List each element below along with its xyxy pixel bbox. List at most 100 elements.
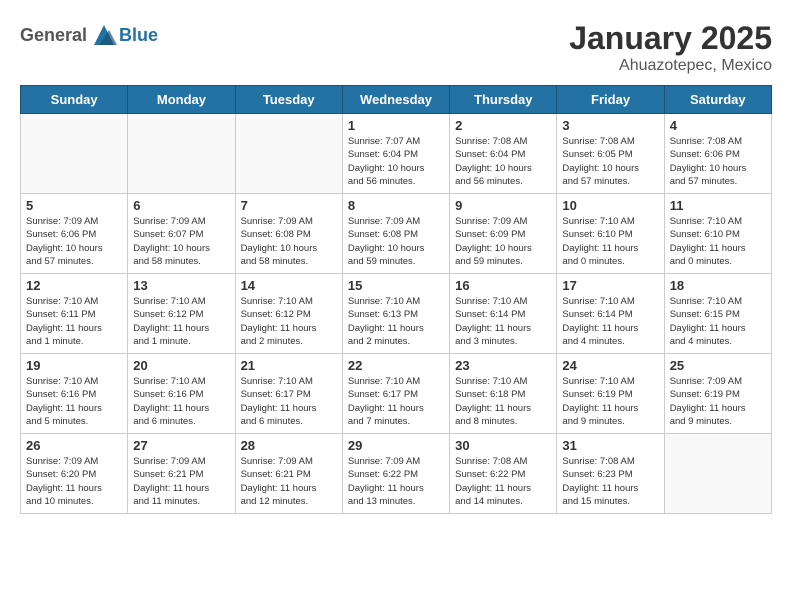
day-number: 5: [26, 198, 122, 213]
day-number: 4: [670, 118, 766, 133]
weekday-header-saturday: Saturday: [664, 86, 771, 114]
day-number: 13: [133, 278, 229, 293]
day-number: 14: [241, 278, 337, 293]
day-info: Sunrise: 7:10 AM Sunset: 6:16 PM Dayligh…: [26, 375, 122, 428]
weekday-header-thursday: Thursday: [450, 86, 557, 114]
day-info: Sunrise: 7:10 AM Sunset: 6:13 PM Dayligh…: [348, 295, 444, 348]
day-number: 6: [133, 198, 229, 213]
day-number: 11: [670, 198, 766, 213]
logo-text-blue: Blue: [119, 25, 158, 46]
calendar-cell: [235, 114, 342, 194]
calendar-cell: 9 Sunrise: 7:09 AM Sunset: 6:09 PM Daylig…: [450, 194, 557, 274]
calendar-cell: 21Sunrise: 7:10 AM Sunset: 6:17 PM Dayli…: [235, 354, 342, 434]
calendar-cell: 11 Sunrise: 7:10 AM Sunset: 6:10 PM Dayli…: [664, 194, 771, 274]
day-info: Sunrise: 7:09 AM Sunset: 6:20 PM Dayligh…: [26, 455, 122, 508]
weekday-header-sunday: Sunday: [21, 86, 128, 114]
day-number: 17: [562, 278, 658, 293]
day-info: Sunrise: 7:10 AM Sunset: 6:10 PM Dayligh…: [562, 215, 658, 268]
day-info: Sunrise: 7:08 AM Sunset: 6:06 PM Dayligh…: [670, 135, 766, 188]
day-number: 28: [241, 438, 337, 453]
day-number: 7: [241, 198, 337, 213]
day-number: 31: [562, 438, 658, 453]
calendar-cell: 6 Sunrise: 7:09 AM Sunset: 6:07 PM Daylig…: [128, 194, 235, 274]
day-number: 27: [133, 438, 229, 453]
calendar-cell: 1Sunrise: 7:07 AM Sunset: 6:04 PM Daylig…: [342, 114, 449, 194]
day-info: Sunrise: 7:09 AM Sunset: 6:22 PM Dayligh…: [348, 455, 444, 508]
weekday-header-row: SundayMondayTuesdayWednesdayThursdayFrid…: [21, 86, 772, 114]
logo-icon: [89, 20, 119, 50]
page-header: General Blue January 2025 Ahuazotepec, M…: [20, 20, 772, 75]
calendar-cell: 14 Sunrise: 7:10 AM Sunset: 6:12 PM Dayli…: [235, 274, 342, 354]
calendar-cell: 8 Sunrise: 7:09 AM Sunset: 6:08 PM Daylig…: [342, 194, 449, 274]
day-info: Sunrise: 7:10 AM Sunset: 6:15 PM Dayligh…: [670, 295, 766, 348]
day-number: 29: [348, 438, 444, 453]
day-number: 15: [348, 278, 444, 293]
day-number: 10: [562, 198, 658, 213]
logo-text-general: General: [20, 25, 87, 46]
calendar-cell: 27 Sunrise: 7:09 AM Sunset: 6:21 PM Dayli…: [128, 434, 235, 514]
day-number: 25: [670, 358, 766, 373]
day-info: Sunrise: 7:09 AM Sunset: 6:08 PM Dayligh…: [241, 215, 337, 268]
calendar-cell: 18Sunrise: 7:10 AM Sunset: 6:15 PM Dayli…: [664, 274, 771, 354]
calendar-week-row: 1Sunrise: 7:07 AM Sunset: 6:04 PM Daylig…: [21, 114, 772, 194]
location-title: Ahuazotepec, Mexico: [569, 57, 772, 75]
day-info: Sunrise: 7:10 AM Sunset: 6:16 PM Dayligh…: [133, 375, 229, 428]
calendar-table: SundayMondayTuesdayWednesdayThursdayFrid…: [20, 85, 772, 514]
calendar-cell: 15 Sunrise: 7:10 AM Sunset: 6:13 PM Dayli…: [342, 274, 449, 354]
calendar-week-row: 19 Sunrise: 7:10 AM Sunset: 6:16 PM Dayli…: [21, 354, 772, 434]
title-block: January 2025 Ahuazotepec, Mexico: [569, 20, 772, 75]
weekday-header-friday: Friday: [557, 86, 664, 114]
day-info: Sunrise: 7:10 AM Sunset: 6:14 PM Dayligh…: [455, 295, 551, 348]
day-number: 2: [455, 118, 551, 133]
month-title: January 2025: [569, 20, 772, 57]
calendar-week-row: 12Sunrise: 7:10 AM Sunset: 6:11 PM Dayli…: [21, 274, 772, 354]
day-info: Sunrise: 7:10 AM Sunset: 6:10 PM Dayligh…: [670, 215, 766, 268]
day-info: Sunrise: 7:10 AM Sunset: 6:14 PM Dayligh…: [562, 295, 658, 348]
calendar-cell: 31 Sunrise: 7:08 AM Sunset: 6:23 PM Dayli…: [557, 434, 664, 514]
day-number: 22: [348, 358, 444, 373]
calendar-cell: 19 Sunrise: 7:10 AM Sunset: 6:16 PM Dayli…: [21, 354, 128, 434]
calendar-cell: 22 Sunrise: 7:10 AM Sunset: 6:17 PM Dayli…: [342, 354, 449, 434]
calendar-cell: 20 Sunrise: 7:10 AM Sunset: 6:16 PM Dayli…: [128, 354, 235, 434]
weekday-header-wednesday: Wednesday: [342, 86, 449, 114]
calendar-cell: 12Sunrise: 7:10 AM Sunset: 6:11 PM Dayli…: [21, 274, 128, 354]
day-number: 30: [455, 438, 551, 453]
day-info: Sunrise: 7:10 AM Sunset: 6:18 PM Dayligh…: [455, 375, 551, 428]
day-info: Sunrise: 7:10 AM Sunset: 6:17 PM Dayligh…: [348, 375, 444, 428]
day-info: Sunrise: 7:10 AM Sunset: 6:12 PM Dayligh…: [241, 295, 337, 348]
day-number: 20: [133, 358, 229, 373]
calendar-week-row: 26 Sunrise: 7:09 AM Sunset: 6:20 PM Dayli…: [21, 434, 772, 514]
day-number: 21: [241, 358, 337, 373]
day-info: Sunrise: 7:09 AM Sunset: 6:06 PM Dayligh…: [26, 215, 122, 268]
calendar-cell: 26 Sunrise: 7:09 AM Sunset: 6:20 PM Dayli…: [21, 434, 128, 514]
day-number: 19: [26, 358, 122, 373]
calendar-cell: 28Sunrise: 7:09 AM Sunset: 6:21 PM Dayli…: [235, 434, 342, 514]
day-info: Sunrise: 7:08 AM Sunset: 6:23 PM Dayligh…: [562, 455, 658, 508]
calendar-cell: 4 Sunrise: 7:08 AM Sunset: 6:06 PM Daylig…: [664, 114, 771, 194]
calendar-cell: 3Sunrise: 7:08 AM Sunset: 6:05 PM Daylig…: [557, 114, 664, 194]
calendar-week-row: 5 Sunrise: 7:09 AM Sunset: 6:06 PM Daylig…: [21, 194, 772, 274]
calendar-cell: 25Sunrise: 7:09 AM Sunset: 6:19 PM Dayli…: [664, 354, 771, 434]
calendar-cell: 10 Sunrise: 7:10 AM Sunset: 6:10 PM Dayli…: [557, 194, 664, 274]
day-number: 3: [562, 118, 658, 133]
weekday-header-tuesday: Tuesday: [235, 86, 342, 114]
calendar-cell: 2 Sunrise: 7:08 AM Sunset: 6:04 PM Daylig…: [450, 114, 557, 194]
day-info: Sunrise: 7:09 AM Sunset: 6:07 PM Dayligh…: [133, 215, 229, 268]
day-number: 23: [455, 358, 551, 373]
day-number: 8: [348, 198, 444, 213]
calendar-cell: 23 Sunrise: 7:10 AM Sunset: 6:18 PM Dayli…: [450, 354, 557, 434]
day-info: Sunrise: 7:10 AM Sunset: 6:12 PM Dayligh…: [133, 295, 229, 348]
day-info: Sunrise: 7:09 AM Sunset: 6:08 PM Dayligh…: [348, 215, 444, 268]
day-info: Sunrise: 7:08 AM Sunset: 6:22 PM Dayligh…: [455, 455, 551, 508]
day-number: 24: [562, 358, 658, 373]
day-number: 9: [455, 198, 551, 213]
day-info: Sunrise: 7:09 AM Sunset: 6:21 PM Dayligh…: [133, 455, 229, 508]
calendar-cell: [664, 434, 771, 514]
day-info: Sunrise: 7:09 AM Sunset: 6:09 PM Dayligh…: [455, 215, 551, 268]
day-number: 1: [348, 118, 444, 133]
calendar-cell: 29 Sunrise: 7:09 AM Sunset: 6:22 PM Dayli…: [342, 434, 449, 514]
calendar-cell: 17 Sunrise: 7:10 AM Sunset: 6:14 PM Dayli…: [557, 274, 664, 354]
day-info: Sunrise: 7:08 AM Sunset: 6:04 PM Dayligh…: [455, 135, 551, 188]
day-number: 26: [26, 438, 122, 453]
weekday-header-monday: Monday: [128, 86, 235, 114]
